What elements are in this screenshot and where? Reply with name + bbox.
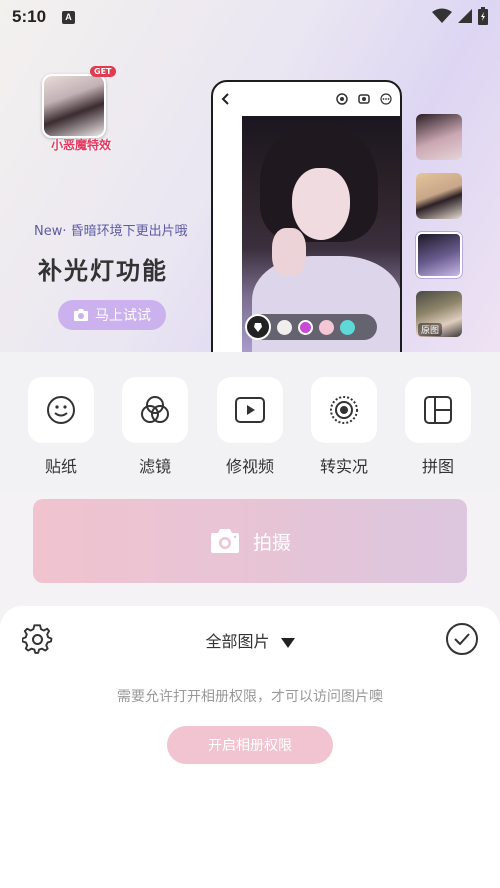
sticker-label: 小恶魔特效 [50,138,111,152]
filter-circles-icon [122,377,188,443]
photo-hand [272,228,306,276]
permission-message: 需要允许打开相册权限，才可以访问图片噢 [117,689,383,705]
select-check-icon[interactable] [446,623,478,655]
flash-ring-icon [336,93,348,105]
status-time: 5:10 [12,7,47,26]
live-photo-icon [311,377,377,443]
fill-light-toggle-icon [245,314,271,340]
color-dot-cyan [340,319,355,335]
camera-icon [74,309,88,321]
color-dot-pink [319,319,334,335]
color-dot-purple [298,319,313,335]
album-title: 全部图片 [205,632,270,651]
video-edit-icon [217,377,283,443]
tools-row: 贴纸 滤镜 修视频 转实况 拼图 [0,352,500,492]
tool-edit-video[interactable]: 修视频 [216,377,284,477]
thumbnail-strip: 原图 [416,114,464,337]
tool-label: 滤镜 [138,457,171,476]
thumbnail-2 [416,173,462,219]
try-now-button[interactable]: 马上试试 [58,300,166,330]
shoot-button[interactable]: 拍摄 [33,499,467,583]
back-arrow-icon [221,93,229,105]
shoot-button-label: 拍摄 [252,531,291,554]
fill-light-color-bar [245,314,377,340]
battery-icon [478,7,488,25]
promo-title: 补光灯功能 [38,257,168,285]
phone-topbar [213,82,400,116]
promo-banner[interactable]: 5:10 A GET 小恶魔特效 New· 昏暗环境下更出片哦 补光灯功能 马上 [0,0,500,352]
thumbnail-original: 原图 [416,291,462,337]
thumbnail-3-selected [416,232,462,278]
color-dot-white [277,319,292,335]
original-label: 原图 [418,323,443,336]
tool-sticker[interactable]: 贴纸 [27,377,95,477]
sticker-photo [42,74,106,138]
album-selector[interactable]: 全部图片 [0,628,500,652]
try-now-label: 马上试试 [95,308,151,324]
tool-label: 贴纸 [44,457,77,476]
tool-label: 拼图 [421,457,454,476]
camera-switch-icon [358,94,370,104]
collage-icon [405,377,471,443]
dropdown-triangle-icon [280,637,295,648]
sticker-smile-icon [28,377,94,443]
status-bar: 5:10 A [0,0,500,34]
tool-collage[interactable]: 拼图 [404,377,472,477]
more-icon [380,93,392,105]
gallery-sheet: 全部图片 需要允许打开相册权限，才可以访问图片噢 开启相册权限 [0,606,500,888]
signal-icon [458,9,472,23]
phone-mockup [211,80,402,352]
devil-effect-sticker[interactable]: GET 小恶魔特效 [36,66,116,156]
thumbnail-1 [416,114,462,160]
tool-label: 修视频 [225,457,274,476]
tool-live-photo[interactable]: 转实况 [310,377,378,477]
tool-filter[interactable]: 滤镜 [121,377,189,477]
get-tag: GET [90,66,116,77]
promo-subtitle: New· 昏暗环境下更出片哦 [34,224,188,239]
wifi-icon [432,8,452,23]
status-indicators [432,7,488,25]
camera-icon [210,529,239,553]
enable-album-permission-button[interactable]: 开启相册权限 [167,726,333,764]
tool-label: 转实况 [319,457,368,476]
notification-icon: A [62,10,76,24]
photo-face [292,168,350,240]
